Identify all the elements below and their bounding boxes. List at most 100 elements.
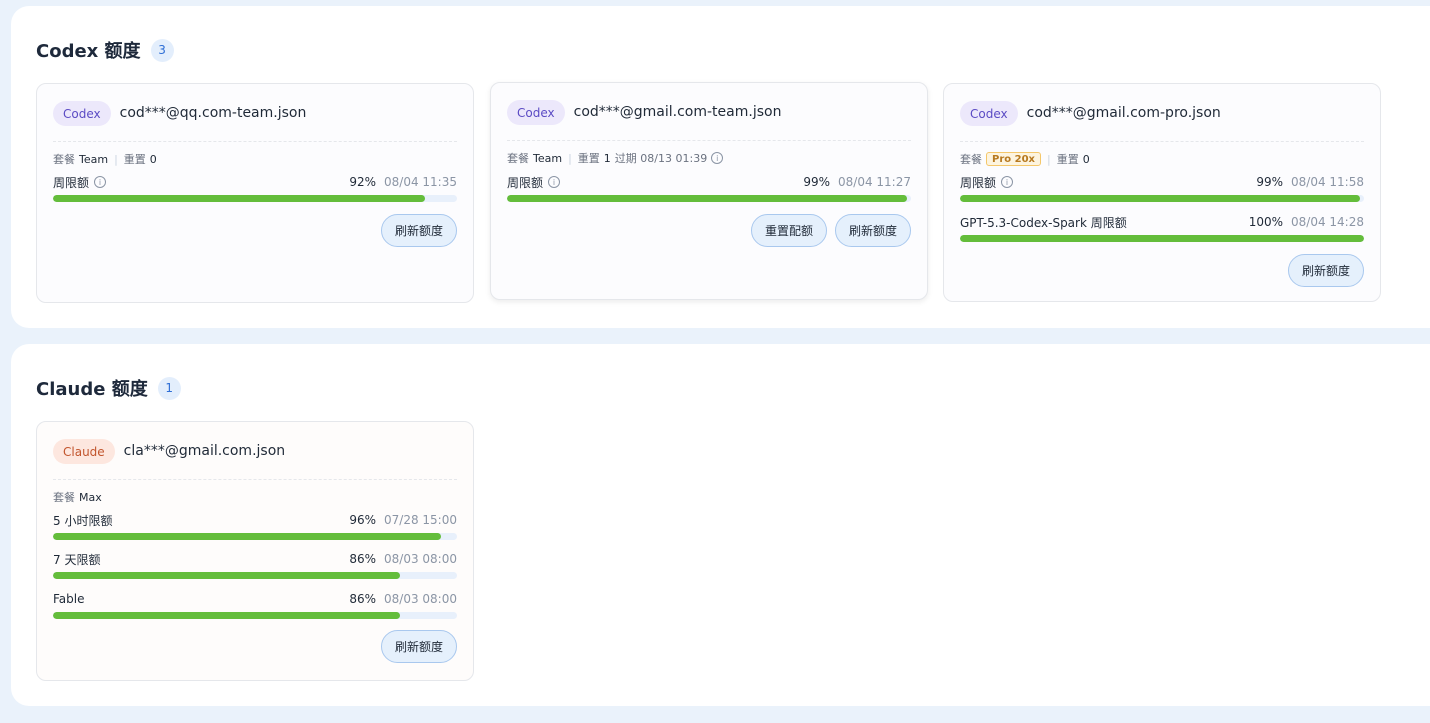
file-name: cod***@gmail.com-team.json — [573, 104, 782, 120]
refresh-quota-button[interactable]: 刷新额度 — [380, 214, 457, 247]
quota-reset-time: 08/03 08:00 — [384, 552, 457, 566]
progress-fill — [960, 235, 1364, 242]
reset-value: 0 — [149, 152, 157, 166]
card-header: Codex cod***@qq.com-team.json — [53, 101, 457, 142]
card-header: Claude cla***@gmail.com.json — [53, 439, 457, 480]
refresh-quota-button[interactable]: 刷新额度 — [380, 630, 457, 663]
quota-reset-time: 07/28 15:00 — [384, 513, 457, 527]
plan-label: 套餐 — [53, 491, 75, 504]
section-title-text: Claude 额度 — [36, 379, 148, 400]
quota-label: 周限额 i — [53, 174, 107, 191]
quota-row: 周限额 i 99% 08/04 11:58 — [960, 173, 1364, 202]
quota-percent: 96% — [349, 513, 377, 527]
provider-tag: Codex — [960, 101, 1018, 126]
quota-percent: 99% — [803, 175, 831, 189]
plan-label: 套餐 — [507, 152, 529, 165]
quota-reset-time: 08/04 14:28 — [1291, 215, 1364, 229]
separator: | — [114, 152, 118, 166]
reset-label: 重置 — [123, 153, 146, 166]
quota-row: 7 天限额 86% 08/03 08:00 — [53, 550, 457, 579]
progress-fill — [960, 195, 1360, 202]
section-title-text: Codex 额度 — [36, 41, 141, 62]
plan-label: 套餐 — [53, 153, 75, 166]
codex-quota-section: Codex 额度 3 Codex cod***@qq.com-team.json… — [11, 6, 1430, 328]
expire-text: 过期 08/13 01:39 — [614, 152, 708, 165]
quota-reset-time: 08/04 11:27 — [838, 175, 911, 189]
info-icon[interactable]: i — [711, 152, 724, 164]
account-card: Codex cod***@gmail.com-team.json 套餐 Team… — [490, 82, 928, 300]
info-icon[interactable]: i — [548, 176, 561, 188]
plan-value: Max — [79, 490, 102, 504]
progress-bar — [960, 235, 1364, 242]
provider-tag: Codex — [507, 100, 565, 125]
card-header: Codex cod***@gmail.com-pro.json — [960, 101, 1364, 142]
account-card: Claude cla***@gmail.com.json 套餐 Max 5 小时… — [36, 421, 474, 681]
separator: | — [568, 151, 572, 165]
provider-tag: Codex — [53, 101, 111, 126]
progress-fill — [507, 195, 907, 202]
count-badge: 1 — [157, 376, 181, 400]
plan-label: 套餐 — [960, 153, 982, 166]
quota-percent: 86% — [349, 552, 377, 566]
progress-bar — [53, 572, 457, 579]
reset-label: 重置 — [577, 152, 600, 165]
progress-fill — [53, 612, 401, 619]
quota-percent: 92% — [349, 175, 377, 189]
quota-row: GPT-5.3-Codex-Spark 周限额 100% 08/04 14:28 — [960, 213, 1364, 242]
quota-label-text: GPT-5.3-Codex-Spark 周限额 — [960, 215, 1127, 230]
account-card: Codex cod***@qq.com-team.json 套餐 Team | … — [36, 83, 474, 303]
quota-percent: 86% — [349, 592, 377, 606]
quota-label: Fable — [53, 592, 85, 606]
quota-label-text: 周限额 — [53, 175, 90, 190]
plan-badge: Pro 20x — [986, 152, 1041, 166]
quota-percent: 100% — [1248, 215, 1284, 229]
quota-label: 5 小时限额 — [53, 513, 113, 528]
reset-value: 0 — [1082, 152, 1090, 166]
reset-quota-button[interactable]: 重置配额 — [750, 214, 827, 247]
quota-label-text: 周限额 — [960, 175, 997, 190]
refresh-quota-button[interactable]: 刷新额度 — [1287, 254, 1364, 287]
quota-reset-time: 08/04 11:35 — [384, 175, 457, 189]
quota-percent: 99% — [1256, 175, 1284, 189]
provider-tag: Claude — [53, 439, 115, 464]
quota-label: 周限额 i — [960, 174, 1014, 191]
reset-label: 重置 — [1056, 153, 1079, 166]
plan-value: Team — [79, 152, 109, 166]
account-card: Codex cod***@gmail.com-pro.json 套餐 Pro 2… — [943, 83, 1381, 302]
file-name: cod***@gmail.com-pro.json — [1026, 105, 1221, 121]
plan-line: 套餐 Max — [53, 489, 102, 505]
quota-row: 周限额 i 92% 08/04 11:35 — [53, 173, 457, 202]
info-icon[interactable]: i — [1001, 176, 1014, 188]
quota-label: GPT-5.3-Codex-Spark 周限额 — [960, 214, 1127, 231]
plan-value: Team — [533, 151, 563, 165]
progress-bar — [53, 533, 457, 540]
file-name: cod***@qq.com-team.json — [119, 105, 307, 121]
quota-label: 周限额 i — [507, 174, 561, 191]
quota-row: Fable 86% 08/03 08:00 — [53, 590, 457, 619]
progress-fill — [53, 572, 401, 579]
claude-quota-section: Claude 额度 1 Claude cla***@gmail.com.json… — [11, 344, 1430, 706]
section-title: Codex 额度 3 — [36, 37, 174, 63]
quota-row: 5 小时限额 96% 07/28 15:00 — [53, 511, 457, 540]
card-header: Codex cod***@gmail.com-team.json — [507, 100, 911, 141]
refresh-quota-button[interactable]: 刷新额度 — [834, 214, 911, 247]
quota-label: 7 天限额 — [53, 552, 101, 567]
progress-bar — [960, 195, 1364, 202]
plan-line: 套餐 Team | 重置 1 过期 08/13 01:39 i — [507, 150, 724, 166]
info-icon[interactable]: i — [94, 176, 107, 188]
separator: | — [1046, 152, 1051, 166]
quota-row: 周限额 i 99% 08/04 11:27 — [507, 173, 911, 202]
progress-fill — [53, 533, 441, 540]
quota-label-text: 周限额 — [507, 175, 544, 190]
progress-bar — [53, 195, 457, 202]
quota-reset-time: 08/04 11:58 — [1291, 175, 1364, 189]
count-badge: 3 — [150, 38, 174, 62]
reset-value: 1 — [603, 151, 611, 165]
plan-line: 套餐 Pro 20x | 重置 0 — [960, 151, 1090, 167]
quota-reset-time: 08/03 08:00 — [384, 592, 457, 606]
plan-line: 套餐 Team | 重置 0 — [53, 151, 157, 167]
section-title: Claude 额度 1 — [36, 375, 181, 401]
file-name: cla***@gmail.com.json — [123, 443, 286, 459]
progress-bar — [507, 195, 911, 202]
progress-fill — [53, 195, 425, 202]
